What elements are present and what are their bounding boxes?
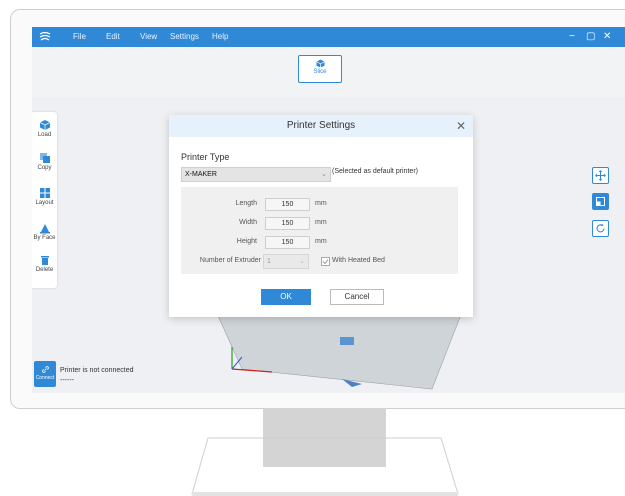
width-label: Width	[239, 219, 257, 226]
sidebar-item-label: Load	[37, 132, 52, 138]
sidebar-item-label: Delete	[35, 267, 54, 273]
sidebar-item-by-face[interactable]: By Face	[32, 222, 57, 241]
copy-icon	[39, 153, 50, 163]
left-tool-panel: Load Copy Layout By Face Delete	[32, 112, 57, 288]
height-label: Height	[236, 238, 257, 245]
maximize-button[interactable]: ▢	[586, 27, 595, 47]
trash-icon	[40, 256, 49, 265]
sidebar-item-label: By Face	[33, 235, 56, 241]
ok-button[interactable]: OK	[261, 289, 311, 305]
sidebar-item-label: Layout	[35, 200, 54, 206]
printer-type-value: X-MAKER	[185, 171, 217, 178]
menu-edit[interactable]: Edit	[106, 27, 120, 47]
height-field[interactable]: 150	[265, 236, 310, 249]
length-field[interactable]: 150	[265, 198, 310, 211]
top-toolbar: Slice	[32, 47, 625, 97]
length-label: Length	[235, 200, 257, 207]
rotate-tool-button[interactable]	[592, 220, 609, 237]
printer-settings-dialog: Printer Settings ✕ Printer Type X-MAKER …	[169, 115, 473, 317]
slice-button[interactable]: Slice	[298, 55, 342, 83]
slice-label: Slice	[313, 69, 327, 75]
link-icon	[41, 366, 49, 373]
cube-icon	[39, 120, 50, 130]
printer-type-label: Printer Type	[181, 152, 230, 162]
rotate-icon	[596, 223, 605, 233]
default-printer-note: (Selected as default printer)	[332, 168, 418, 175]
minimize-button[interactable]: −	[569, 27, 575, 47]
checkmark-icon	[322, 259, 329, 265]
sidebar-item-load[interactable]: Load	[32, 119, 57, 138]
dialog-title: Printer Settings	[286, 120, 356, 131]
menu-file[interactable]: File	[73, 27, 86, 47]
chevron-down-icon: ⌄	[321, 171, 327, 178]
sidebar-item-copy[interactable]: Copy	[32, 152, 57, 171]
width-field[interactable]: 150	[265, 217, 310, 230]
printer-status-text: Printer is not connected	[60, 367, 134, 374]
connect-button[interactable]: Connect	[34, 361, 56, 387]
sidebar-item-delete[interactable]: Delete	[32, 254, 57, 273]
slice-icon	[315, 59, 325, 68]
dialog-header: Printer Settings ✕	[169, 115, 473, 137]
connect-label: Connect	[35, 375, 55, 381]
length-unit: mm	[315, 200, 327, 207]
sidebar-item-label: Copy	[37, 165, 52, 171]
menu-view[interactable]: View	[140, 27, 157, 47]
extruder-count-select[interactable]: 1 ⌄	[263, 254, 309, 269]
menu-settings[interactable]: Settings	[170, 27, 199, 47]
heated-bed-label: With Heated Bed	[332, 257, 385, 264]
move-tool-button[interactable]	[592, 167, 609, 184]
scale-icon	[596, 197, 605, 206]
title-bar: File Edit View Settings Help − ▢ ✕	[32, 27, 625, 47]
close-window-button[interactable]: ✕	[603, 27, 611, 47]
dialog-close-button[interactable]: ✕	[456, 115, 466, 137]
sidebar-item-layout[interactable]: Layout	[32, 187, 57, 206]
scale-tool-button[interactable]	[592, 193, 609, 210]
extruder-count-label: Number of Extruder	[199, 257, 261, 264]
cancel-button[interactable]: Cancel	[330, 289, 384, 305]
app-logo-icon	[39, 31, 51, 41]
height-unit: mm	[315, 238, 327, 245]
monitor-stand-base	[191, 437, 459, 496]
chevron-down-icon: ⌄	[299, 258, 305, 265]
printer-parameters-panel: Length 150 mm Width 150 mm Height 150 mm…	[181, 187, 458, 274]
extruder-count-value: 1	[267, 258, 271, 265]
by-face-icon	[39, 224, 50, 234]
printer-type-select[interactable]: X-MAKER ⌄	[181, 167, 331, 182]
heated-bed-checkbox[interactable]	[321, 257, 330, 266]
move-icon	[595, 170, 606, 181]
printer-status-sub: ------	[60, 377, 74, 384]
width-unit: mm	[315, 219, 327, 226]
menu-help[interactable]: Help	[212, 27, 228, 47]
layout-grid-icon	[39, 188, 50, 198]
